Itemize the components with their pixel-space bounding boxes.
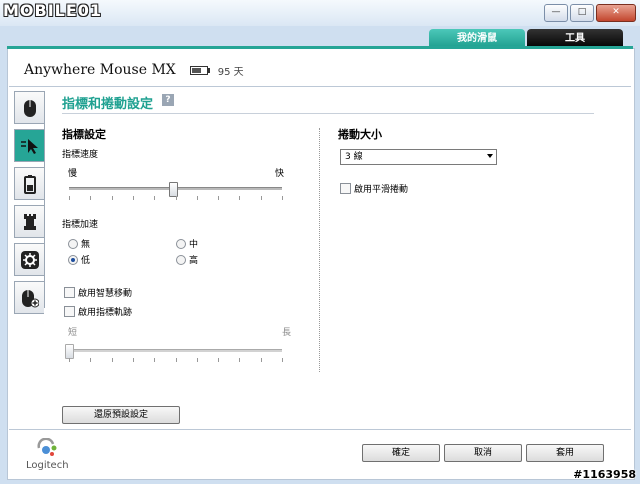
post-id: #1163958 xyxy=(573,468,636,481)
fast-label: 快 xyxy=(275,169,285,179)
gear-icon xyxy=(20,250,39,269)
slow-label: 慢 xyxy=(68,169,78,179)
trails-slider-track[interactable] xyxy=(69,349,282,352)
watermark: MOBILE01 xyxy=(3,1,103,20)
trails-slider-thumb[interactable] xyxy=(65,344,74,359)
help-icon[interactable]: ? xyxy=(162,94,174,106)
ok-button[interactable]: 確定 xyxy=(362,444,440,462)
sidebar-item-game[interactable] xyxy=(14,205,44,238)
trails-ticks xyxy=(69,358,283,362)
tab-bar: 我的滑鼠 工具 xyxy=(7,26,633,49)
slider-tick xyxy=(175,196,177,200)
logitech-wordmark: Logitech xyxy=(26,460,69,471)
minimize-button[interactable]: — xyxy=(544,4,568,22)
checkbox-box[interactable] xyxy=(64,287,75,298)
header-divider xyxy=(9,86,631,87)
speed-ticks xyxy=(69,196,283,200)
short-label: 短 xyxy=(68,328,78,338)
accel-none-label: 無 xyxy=(81,240,91,250)
slider-tick xyxy=(239,358,241,362)
cancel-button[interactable]: 取消 xyxy=(444,444,522,462)
sidebar-item-mouse[interactable] xyxy=(14,91,44,124)
checkbox-box[interactable] xyxy=(64,306,75,317)
radio-dot[interactable] xyxy=(176,238,186,249)
column-divider xyxy=(319,128,320,372)
slider-tick xyxy=(111,196,113,200)
slider-tick xyxy=(154,196,156,200)
apply-button[interactable]: 套用 xyxy=(526,444,604,462)
device-header: Anywhere Mouse MX 95 天 xyxy=(24,60,244,80)
scroll-section-title: 捲動大小 xyxy=(338,128,382,141)
speed-label: 指標速度 xyxy=(62,150,99,160)
slider-tick xyxy=(282,358,283,362)
battery-icon xyxy=(189,65,210,75)
slider-tick xyxy=(218,358,220,362)
slider-tick xyxy=(196,196,198,200)
page-title: 指標和捲動設定 xyxy=(62,97,154,112)
accel-medium-radio[interactable]: 中 xyxy=(176,237,198,250)
logitech-logo-icon xyxy=(37,438,57,456)
accel-low-label: 低 xyxy=(81,256,91,266)
chevron-down-icon xyxy=(487,154,493,158)
sidebar-border xyxy=(44,91,45,308)
footer-divider xyxy=(9,429,631,430)
restore-defaults-button[interactable]: 還原預設設定 xyxy=(62,406,180,424)
slider-tick xyxy=(90,358,92,362)
close-button[interactable]: ✕ xyxy=(596,4,636,22)
scroll-lines-value: 3 線 xyxy=(345,152,363,162)
mouse-plus-icon xyxy=(21,289,39,307)
pointer-trails-label: 啟用指標軌跡 xyxy=(78,308,133,318)
pointer-icon xyxy=(20,138,38,154)
speed-slider-thumb[interactable] xyxy=(169,182,179,197)
slider-tick xyxy=(111,358,113,362)
sidebar-item-add-device[interactable] xyxy=(14,281,44,314)
slider-tick xyxy=(196,358,198,362)
smooth-scroll-label: 啟用平滑捲動 xyxy=(354,185,409,195)
accel-medium-label: 中 xyxy=(189,240,199,250)
slider-tick xyxy=(218,196,220,200)
slider-tick xyxy=(282,196,283,200)
slider-tick xyxy=(260,196,262,200)
device-name: Anywhere Mouse MX xyxy=(24,62,176,78)
sidebar-item-battery[interactable] xyxy=(14,167,44,200)
slider-tick xyxy=(132,196,134,200)
accel-high-radio[interactable]: 高 xyxy=(176,253,198,266)
accel-high-label: 高 xyxy=(189,256,199,266)
slider-tick xyxy=(69,196,70,200)
heading-rule xyxy=(62,113,594,114)
chess-rook-icon xyxy=(23,213,36,230)
tab-underline xyxy=(7,46,633,49)
slider-tick xyxy=(154,358,156,362)
accel-none-radio[interactable]: 無 xyxy=(68,237,90,250)
pointer-section-title: 指標設定 xyxy=(62,128,106,141)
title-bar: MOBILE01 — □ ✕ xyxy=(0,0,640,26)
accel-label: 指標加速 xyxy=(62,220,99,230)
battery-icon xyxy=(23,174,36,194)
slider-tick xyxy=(69,358,70,362)
slider-tick xyxy=(90,196,92,200)
slider-tick xyxy=(239,196,241,200)
smooth-scroll-checkbox[interactable]: 啟用平滑捲動 xyxy=(340,182,408,195)
mouse-icon xyxy=(23,99,36,117)
radio-dot[interactable] xyxy=(68,238,78,249)
sidebar xyxy=(14,91,45,319)
slider-tick xyxy=(132,358,134,362)
scroll-lines-select[interactable]: 3 線 xyxy=(340,149,497,165)
smart-move-label: 啟用智慧移動 xyxy=(78,289,133,299)
sidebar-item-settings[interactable] xyxy=(14,243,44,276)
slider-tick xyxy=(175,358,177,362)
checkbox-box[interactable] xyxy=(340,183,351,194)
sidebar-item-pointer[interactable] xyxy=(14,129,44,162)
radio-dot[interactable] xyxy=(176,254,186,265)
smart-move-checkbox[interactable]: 啟用智慧移動 xyxy=(64,286,132,299)
battery-days: 95 天 xyxy=(217,66,244,78)
accel-low-radio[interactable]: 低 xyxy=(68,253,90,266)
slider-tick xyxy=(260,358,262,362)
maximize-button[interactable]: □ xyxy=(570,4,594,22)
radio-dot[interactable] xyxy=(68,254,78,265)
pointer-trails-checkbox[interactable]: 啟用指標軌跡 xyxy=(64,305,132,318)
long-label: 長 xyxy=(282,328,292,338)
